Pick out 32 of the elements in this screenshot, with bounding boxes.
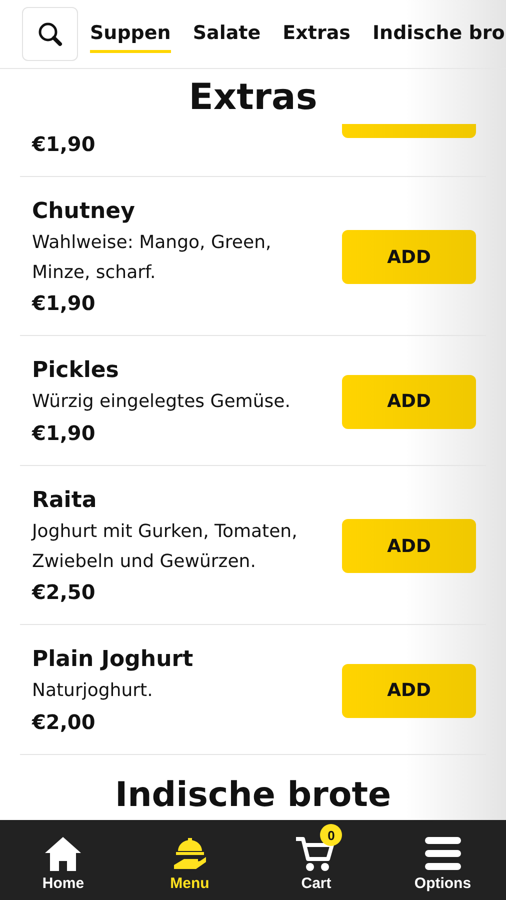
nav-tab[interactable]: Cart 0 xyxy=(253,820,380,900)
item-description: Würzig eingelegtes Gemüse. xyxy=(32,390,292,414)
nav-tab[interactable]: Menu xyxy=(126,820,253,900)
add-button[interactable]: ADD xyxy=(342,374,476,429)
category-tab[interactable]: Salate xyxy=(192,16,261,52)
section-title: Indische brote xyxy=(114,775,392,816)
search-icon xyxy=(37,21,63,47)
item-name: Pickles xyxy=(32,358,120,384)
item-name: Plain Joghurt xyxy=(32,647,194,672)
item-price: €1,90 xyxy=(32,132,96,156)
item-price: €1,90 xyxy=(32,421,96,446)
category-tab[interactable]: Indische bro xyxy=(372,16,505,52)
section-title: Extras xyxy=(188,77,318,118)
category-tab[interactable]: Suppen xyxy=(90,16,171,52)
item-description: Joghurt mit Gurken, Tomaten, Zwiebeln und Gewürzen. xyxy=(32,520,298,574)
add-button[interactable]: ADD xyxy=(342,664,476,718)
item-price: €1,90 xyxy=(32,291,96,316)
add-button[interactable]: ADD xyxy=(342,519,476,574)
add-button[interactable]: ADD xyxy=(342,230,476,284)
home-icon xyxy=(43,835,84,873)
item-description: Wahlweise: Mango, Green, Minze, scharf. xyxy=(32,231,272,285)
item-description: Naturjoghurt. xyxy=(32,679,154,704)
item-price: €2,50 xyxy=(32,580,96,604)
item-name: Raita xyxy=(32,488,98,514)
item-name: Chutney xyxy=(32,199,136,224)
nav-tab[interactable]: Home xyxy=(0,820,126,900)
nav-tab[interactable]: Options xyxy=(380,820,506,900)
cart-count-badge: 0 xyxy=(320,824,342,846)
search-button[interactable] xyxy=(22,7,78,61)
item-price: €2,00 xyxy=(32,710,96,734)
category-tab[interactable]: Extras xyxy=(282,16,350,52)
menu-icon xyxy=(422,835,463,873)
